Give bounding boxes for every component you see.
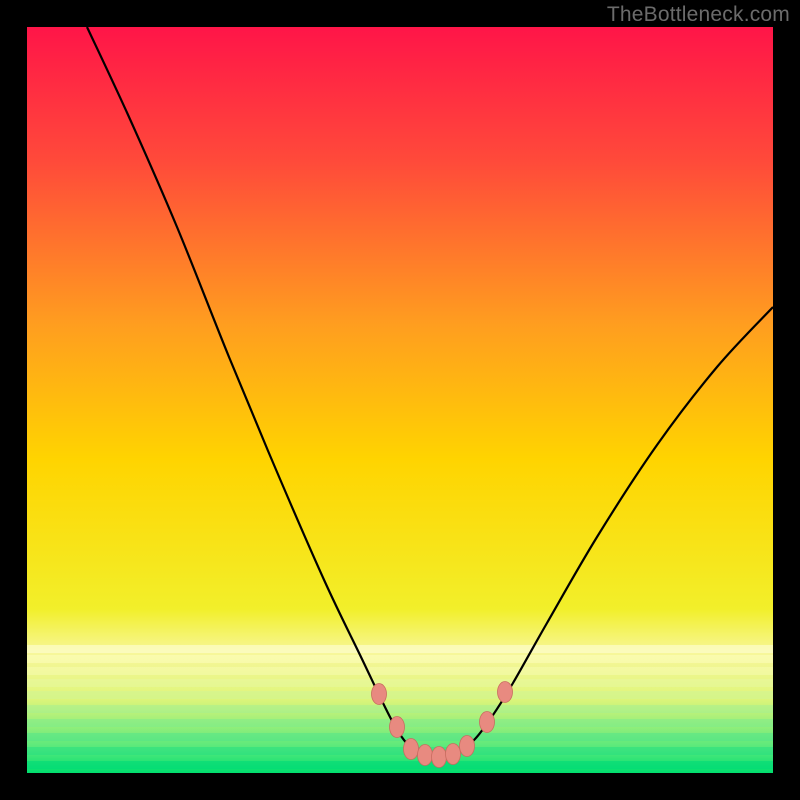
marker-group: [372, 682, 513, 768]
marker-right-lower: [480, 712, 495, 733]
marker-flat-2: [418, 745, 433, 766]
marker-left-upper: [372, 684, 387, 705]
marker-flat-4: [460, 736, 475, 757]
marker-left-lower: [390, 717, 405, 738]
marker-right-upper: [498, 682, 513, 703]
marker-flat-3: [446, 744, 461, 765]
bottleneck-curve: [87, 27, 773, 757]
curve-layer: [27, 27, 773, 773]
chart-panel: [27, 27, 773, 773]
marker-flat-1: [404, 739, 419, 760]
attribution-text: TheBottleneck.com: [607, 3, 790, 27]
marker-min: [432, 747, 447, 768]
